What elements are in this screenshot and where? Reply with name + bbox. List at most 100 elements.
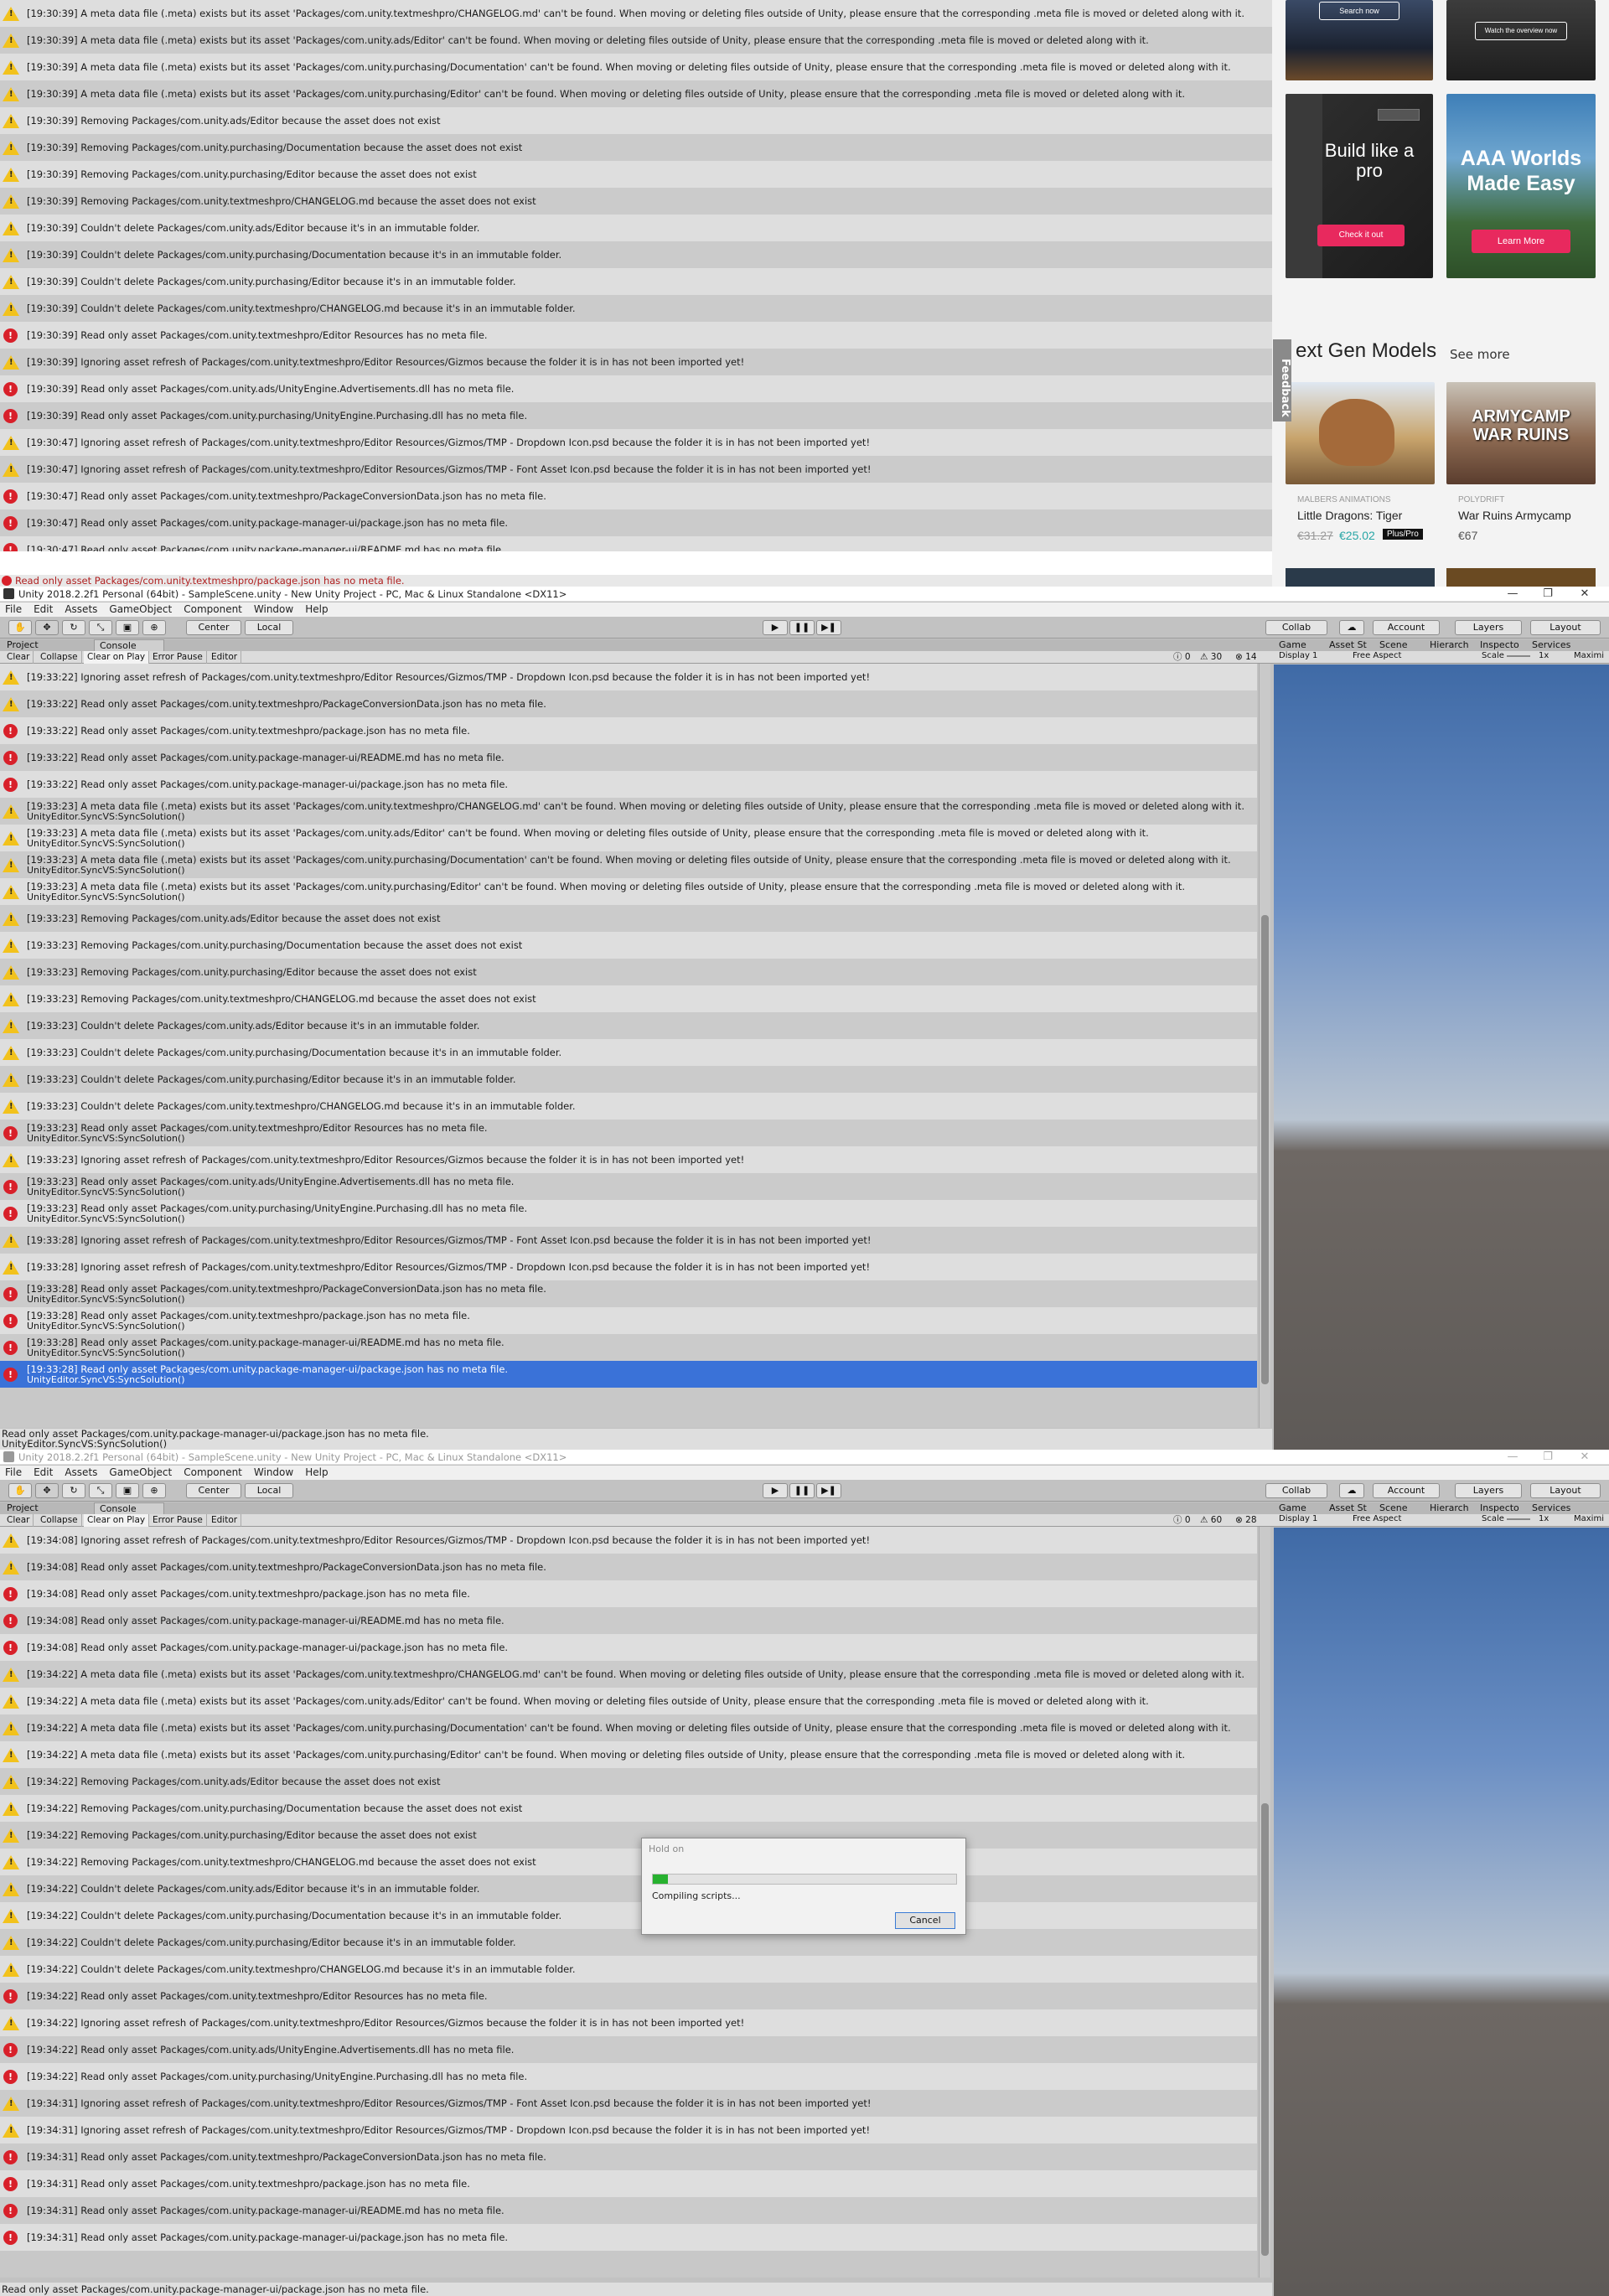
pause-button-icon[interactable]: ❚❚ xyxy=(789,620,815,635)
close-icon[interactable]: ✕ xyxy=(1572,587,1597,602)
log-entry[interactable]: [19:30:39] Removing Packages/com.unity.p… xyxy=(0,134,1272,161)
check-it-out-button[interactable]: Check it out xyxy=(1317,225,1405,246)
aspect-dropdown[interactable]: Free Aspect xyxy=(1353,651,1401,660)
log-entry[interactable]: [19:34:22] A meta data file (.meta) exis… xyxy=(0,1714,1257,1741)
menu-assets[interactable]: Assets xyxy=(65,602,97,617)
log-entry[interactable]: [19:33:23] A meta data file (.meta) exis… xyxy=(0,878,1257,905)
log-entry[interactable]: [19:34:22] A meta data file (.meta) exis… xyxy=(0,1741,1257,1768)
menu-component[interactable]: Component xyxy=(184,602,242,617)
log-entry[interactable]: [19:30:39] Removing Packages/com.unity.p… xyxy=(0,161,1272,188)
clear-button[interactable]: Clear xyxy=(3,651,34,664)
log-entry[interactable]: ! [19:33:28] Read only asset Packages/com… xyxy=(0,1280,1257,1307)
log-entry[interactable]: [19:34:31] Ignoring asset refresh of Pac… xyxy=(0,2090,1257,2117)
pivot-center-toggle[interactable]: Center xyxy=(186,1483,241,1498)
play-button-icon[interactable]: ▶ xyxy=(763,620,788,635)
log-entry[interactable]: [19:34:31] Ignoring asset refresh of Pac… xyxy=(0,2117,1257,2143)
log-entry[interactable]: [19:34:22] A meta data file (.meta) exis… xyxy=(0,1661,1257,1688)
menu-help[interactable]: Help xyxy=(305,602,328,617)
log-entry[interactable]: [19:30:39] A meta data file (.meta) exis… xyxy=(0,54,1272,80)
ad-overview-tile[interactable]: Watch the overview now xyxy=(1446,0,1596,80)
log-entry[interactable]: ! [19:34:22] Read only asset Packages/com… xyxy=(0,2063,1257,2090)
menu-gameobject[interactable]: GameObject xyxy=(109,602,172,617)
log-entry[interactable]: [19:33:23] Removing Packages/com.unity.t… xyxy=(0,985,1257,1012)
log-entry[interactable]: [19:33:23] A meta data file (.meta) exis… xyxy=(0,798,1257,825)
log-entry[interactable]: [19:34:22] Couldn't delete Packages/com.… xyxy=(0,1956,1257,1983)
log-entry[interactable]: ! [19:33:28] Read only asset Packages/com… xyxy=(0,1361,1257,1388)
card1-name[interactable]: Little Dragons: Tiger xyxy=(1297,509,1402,522)
tab-project[interactable]: Project xyxy=(2,639,44,651)
log-entry[interactable]: ! [19:34:08] Read only asset Packages/com… xyxy=(0,1607,1257,1634)
log-entry[interactable]: [19:34:22] Removing Packages/com.unity.p… xyxy=(0,1795,1257,1822)
hand-tool-icon[interactable]: ✋ xyxy=(8,620,32,635)
war-ruins-thumbnail[interactable]: ARMYCAMP WAR RUINS xyxy=(1446,382,1596,484)
log-entry[interactable]: [19:33:23] Couldn't delete Packages/com.… xyxy=(0,1066,1257,1093)
log-entry[interactable]: [19:30:39] A meta data file (.meta) exis… xyxy=(0,0,1272,27)
maximize-icon[interactable]: ❐ xyxy=(1535,587,1560,602)
console-log-list[interactable]: [19:34:08] Ignoring asset refresh of Pac… xyxy=(0,1527,1257,2278)
log-entry[interactable]: ! [19:33:23] Read only asset Packages/com… xyxy=(0,1120,1257,1146)
log-entry[interactable]: [19:34:22] Removing Packages/com.unity.a… xyxy=(0,1768,1257,1795)
tab-services[interactable]: Services xyxy=(1532,639,1570,651)
feedback-tab[interactable]: Feedback xyxy=(1273,339,1291,421)
pause-button-icon[interactable]: ❚❚ xyxy=(789,1483,815,1498)
log-entry[interactable]: [19:33:23] Removing Packages/com.unity.p… xyxy=(0,959,1257,985)
log-entry[interactable]: ! [19:33:28] Read only asset Packages/com… xyxy=(0,1334,1257,1361)
log-entry[interactable]: [19:33:23] Removing Packages/com.unity.p… xyxy=(0,932,1257,959)
menu-window[interactable]: Window xyxy=(254,1466,293,1480)
log-entry[interactable]: ! [19:34:08] Read only asset Packages/com… xyxy=(0,1634,1257,1661)
log-entry[interactable]: ! [19:33:28] Read only asset Packages/com… xyxy=(0,1307,1257,1334)
menu-file[interactable]: File xyxy=(5,1466,22,1480)
tab-services[interactable]: Services xyxy=(1532,1502,1570,1514)
log-entry[interactable]: [19:30:39] Couldn't delete Packages/com.… xyxy=(0,295,1272,322)
maximize-on-play-toggle[interactable]: Maximi xyxy=(1574,651,1604,660)
log-entry[interactable]: ! [19:34:31] Read only asset Packages/com… xyxy=(0,2224,1257,2251)
step-button-icon[interactable]: ▶❚ xyxy=(816,620,841,635)
log-entry[interactable]: [19:30:39] Couldn't delete Packages/com.… xyxy=(0,241,1272,268)
log-entry[interactable]: ! [19:34:22] Read only asset Packages/com… xyxy=(0,1983,1257,2009)
log-entry[interactable]: [19:34:22] Removing Packages/com.unity.t… xyxy=(0,1849,1257,1875)
next-card-thumbnail[interactable] xyxy=(1286,568,1435,587)
transform-tool-icon[interactable]: ⊕ xyxy=(142,1483,166,1498)
menu-file[interactable]: File xyxy=(5,602,22,617)
layout-dropdown[interactable]: Layout xyxy=(1530,620,1601,635)
rotate-tool-icon[interactable]: ↻ xyxy=(62,1483,85,1498)
tab-asset-store[interactable]: Asset St xyxy=(1329,639,1367,651)
layers-dropdown[interactable]: Layers xyxy=(1455,620,1522,635)
menu-edit[interactable]: Edit xyxy=(34,602,53,617)
tab-console[interactable]: Console xyxy=(94,1502,164,1514)
scale-slider[interactable] xyxy=(1507,655,1530,657)
scale-slider[interactable] xyxy=(1507,1518,1530,1520)
account-dropdown[interactable]: Account xyxy=(1373,620,1440,635)
log-entry[interactable]: ! [19:33:23] Read only asset Packages/com… xyxy=(0,1200,1257,1227)
log-entry[interactable]: [19:33:28] Ignoring asset refresh of Pac… xyxy=(0,1227,1257,1254)
transform-tool-icon[interactable]: ⊕ xyxy=(142,620,166,635)
watch-overview-button[interactable]: Watch the overview now xyxy=(1475,22,1567,40)
log-entry[interactable]: [19:30:47] Ignoring asset refresh of Pac… xyxy=(0,456,1272,483)
error-pause-toggle[interactable]: Error Pause xyxy=(149,1514,207,1527)
log-entry[interactable]: [19:30:47] Ignoring asset refresh of Pac… xyxy=(0,429,1272,456)
close-icon[interactable]: ✕ xyxy=(1572,1450,1597,1465)
log-entry[interactable]: ! [19:34:31] Read only asset Packages/com… xyxy=(0,2197,1257,2224)
log-entry[interactable]: [19:34:22] A meta data file (.meta) exis… xyxy=(0,1688,1257,1714)
log-entry[interactable]: ! [19:33:22] Read only asset Packages/com… xyxy=(0,744,1257,771)
log-entry[interactable]: ! [19:34:22] Read only asset Packages/com… xyxy=(0,2036,1257,2063)
hand-tool-icon[interactable]: ✋ xyxy=(8,1483,32,1498)
log-entry[interactable]: ! [19:33:23] Read only asset Packages/com… xyxy=(0,1173,1257,1200)
little-dragons-thumbnail[interactable] xyxy=(1286,382,1435,484)
log-entry[interactable]: [19:34:22] Couldn't delete Packages/com.… xyxy=(0,1875,1257,1902)
error-count[interactable]: ⊗ 14 xyxy=(1235,652,1257,662)
log-entry[interactable]: [19:33:23] Removing Packages/com.unity.a… xyxy=(0,905,1257,932)
log-entry[interactable]: [19:30:39] Ignoring asset refresh of Pac… xyxy=(0,349,1272,375)
account-dropdown[interactable]: Account xyxy=(1373,1483,1440,1498)
tab-scene[interactable]: Scene xyxy=(1379,639,1408,651)
tab-game[interactable]: Game xyxy=(1279,1502,1306,1514)
tab-project[interactable]: Project xyxy=(2,1502,44,1514)
tab-hierarchy[interactable]: Hierarch xyxy=(1430,639,1469,651)
log-entry[interactable]: [19:30:39] A meta data file (.meta) exis… xyxy=(0,80,1272,107)
scrollbar-thumb[interactable] xyxy=(1261,1803,1269,2256)
clear-button[interactable]: Clear xyxy=(3,1514,34,1527)
cloud-icon[interactable]: ☁ xyxy=(1339,1483,1364,1498)
warning-count[interactable]: ⚠ 30 xyxy=(1200,652,1222,662)
maximize-on-play-toggle[interactable]: Maximi xyxy=(1574,1514,1604,1523)
info-count[interactable]: ⓘ 0 xyxy=(1173,652,1191,662)
